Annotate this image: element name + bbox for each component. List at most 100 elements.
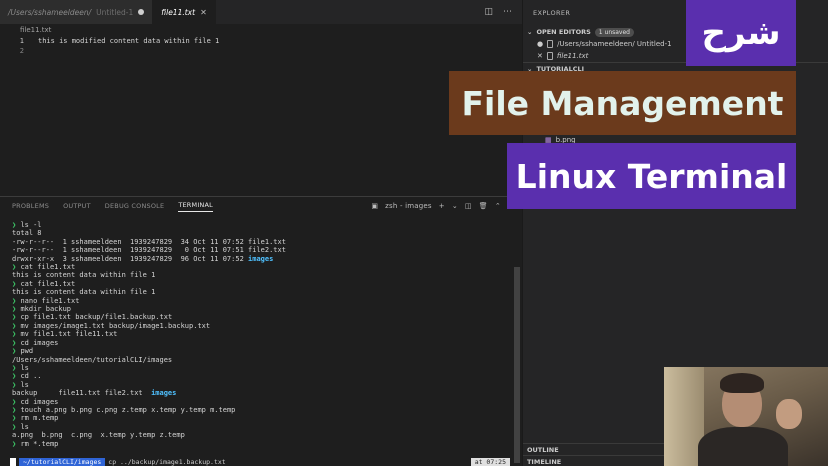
terminal-line: ❯ cd images: [12, 339, 512, 347]
terminal-line: ❯ nano file1.txt: [12, 297, 512, 305]
terminal-command: cp file1.txt backup/file1.backup.txt: [20, 313, 173, 322]
split-editor-icon[interactable]: ◫: [484, 7, 493, 17]
terminal-command: rm *.temp: [20, 439, 59, 448]
terminal-line: ❯ ls -l: [12, 221, 512, 229]
tab-debug-console[interactable]: DEBUG CONSOLE: [105, 202, 165, 210]
terminal-output-text: backup file11.txt file2.txt: [12, 389, 152, 398]
terminal-prompt-line: ~/tutorialCLI/images cp ../backup/image1…: [10, 458, 510, 466]
tab-terminal[interactable]: TERMINAL: [178, 201, 213, 212]
open-editor-label: file11.txt: [556, 52, 589, 60]
directory-name: images: [248, 254, 274, 263]
terminal-command: touch a.png b.png c.png z.temp x.temp y.…: [20, 405, 236, 414]
webcam-overlay: [664, 367, 828, 466]
terminal-command: ls -l: [20, 221, 42, 229]
terminal-command: cat file1.txt: [20, 263, 76, 272]
terminal-command: nano file1.txt: [20, 296, 80, 305]
terminal-command: mv images/image1.txt backup/image1.backu…: [20, 321, 211, 330]
terminal-command: pwd: [20, 347, 34, 356]
presenter-hair: [720, 373, 764, 393]
trash-icon[interactable]: 🗑: [479, 202, 488, 210]
terminal-output-text: -rw-r--r-- 1 sshameeldeen 1939247829 34 …: [12, 237, 286, 246]
close-icon[interactable]: ✕: [200, 8, 207, 17]
presenter-body: [698, 427, 788, 466]
terminal-line: backup file11.txt file2.txt images: [12, 389, 512, 397]
panel-tools: ▣ zsh - images + ⌄ ◫ 🗑 ⌃ ✕: [371, 202, 522, 210]
presenter-hand: [776, 399, 802, 429]
terminal-line: ❯ ls: [12, 364, 512, 372]
chevron-up-icon[interactable]: ⌃: [495, 202, 501, 210]
code-line: 2: [0, 46, 522, 56]
open-editor-label: /Users/sshameeldeen/ Untitled-1: [557, 40, 672, 48]
tab-output[interactable]: OUTPUT: [63, 202, 91, 210]
new-terminal-button[interactable]: +: [439, 202, 445, 210]
arabic-banner: شرح: [686, 0, 796, 66]
terminal-line: ❯ mv file1.txt file11.txt: [12, 330, 512, 338]
terminal-command: cd ..: [20, 372, 42, 381]
code-line: 1 this is modified content data within f…: [0, 36, 522, 46]
terminal-line: ❯ rm m.temp: [12, 414, 512, 422]
terminal-line: ❯ cat file1.txt: [12, 263, 512, 271]
terminal-line: ❯ rm *.temp: [12, 440, 512, 448]
terminal-command: cat file1.txt: [20, 279, 76, 288]
terminal-output-text: this is content data within file 1: [12, 288, 156, 297]
unsaved-dot-icon: [138, 9, 145, 15]
terminal-output-text: /Users/sshameeldeen/tutorialCLI/images: [12, 355, 173, 364]
line-text[interactable]: [24, 46, 38, 56]
terminal-command: ls: [20, 380, 29, 389]
terminal-line: ❯ touch a.png b.png c.png z.temp x.temp …: [12, 406, 512, 414]
prompt-command[interactable]: cp ../backup/image1.backup.txt: [108, 458, 225, 466]
chevron-down-icon: ⌄: [527, 28, 533, 36]
terminal-output-text: -rw-r--r-- 1 sshameeldeen 1939247829 0 O…: [12, 246, 286, 255]
editor-tab-bar: /Users/sshameeldeen/ Untitled-1 file11.t…: [0, 0, 522, 24]
open-editors-label: OPEN EDITORS: [536, 28, 591, 36]
unsaved-dot-icon: ●: [537, 40, 544, 48]
chevron-down-icon[interactable]: ⌄: [452, 202, 458, 210]
line-text[interactable]: this is modified content data within fil…: [24, 36, 219, 46]
panel-tabs: PROBLEMS OUTPUT DEBUG CONSOLE TERMINAL ▣…: [0, 197, 522, 215]
breadcrumb[interactable]: file11.txt: [0, 24, 522, 36]
terminal-line: drwxr-xr-x 3 sshameeldeen 1939247829 96 …: [12, 255, 512, 263]
apple-icon: [10, 458, 16, 466]
terminal-output-text: this is content data within file 1: [12, 271, 156, 280]
file-management-banner: File Management: [449, 71, 796, 135]
unsaved-badge: 1 unsaved: [594, 27, 634, 37]
line-number: 1: [19, 37, 24, 45]
file-icon: [546, 52, 553, 60]
prompt-time: at 07:25: [470, 458, 510, 466]
close-icon[interactable]: ✕: [537, 50, 543, 62]
terminal-command: ls: [20, 363, 29, 372]
terminal-command: mv file1.txt file11.txt: [20, 330, 118, 339]
editor-actions: ◫ ⋯: [484, 0, 522, 24]
terminal-command: cd images: [20, 338, 59, 347]
terminal-icon: ▣: [371, 202, 379, 210]
terminal-scrollbar[interactable]: [514, 267, 520, 463]
terminal-line: ❯ ls: [12, 423, 512, 431]
terminal-command: cd images: [20, 397, 59, 406]
terminal-line: ❯ pwd: [12, 347, 512, 355]
terminal-command: ls: [20, 422, 29, 431]
file-icon: [547, 40, 554, 48]
editor-area[interactable]: 1 this is modified content data within f…: [0, 36, 522, 196]
terminal-line: ❯ cp file1.txt backup/file1.backup.txt: [12, 313, 512, 321]
terminal-selector[interactable]: zsh - images: [385, 202, 432, 210]
more-actions-icon[interactable]: ⋯: [503, 7, 512, 17]
terminal-line: ❯ mkdir backup: [12, 305, 512, 313]
terminal-output[interactable]: ❯ ls -l total 8 -rw-r--r-- 1 sshameeldeen …: [12, 221, 512, 448]
line-number: 2: [19, 47, 24, 55]
terminal-command: mkdir backup: [20, 305, 72, 314]
terminal-line: ❯ ls: [12, 381, 512, 389]
tab-untitled-sub: Untitled-1: [96, 7, 134, 17]
terminal-output-text: total 8: [12, 229, 42, 238]
terminal-command: rm m.temp: [20, 414, 59, 423]
bottom-panel: PROBLEMS OUTPUT DEBUG CONSOLE TERMINAL ▣…: [0, 196, 522, 466]
split-terminal-icon[interactable]: ◫: [465, 202, 472, 210]
terminal-line: ❯ cd ..: [12, 372, 512, 380]
terminal-line: ❯ mv images/image1.txt backup/image1.bac…: [12, 322, 512, 330]
linux-terminal-banner: Linux Terminal: [507, 143, 796, 209]
tab-problems[interactable]: PROBLEMS: [12, 202, 49, 210]
terminal-line: ❯ cat file1.txt: [12, 280, 512, 288]
tab-file11[interactable]: file11.txt ✕: [153, 0, 216, 24]
terminal-line: ❯ cd images: [12, 398, 512, 406]
tab-untitled-1[interactable]: /Users/sshameeldeen/ Untitled-1: [0, 0, 154, 24]
terminal-output-text: drwxr-xr-x 3 sshameeldeen 1939247829 96 …: [12, 254, 249, 263]
